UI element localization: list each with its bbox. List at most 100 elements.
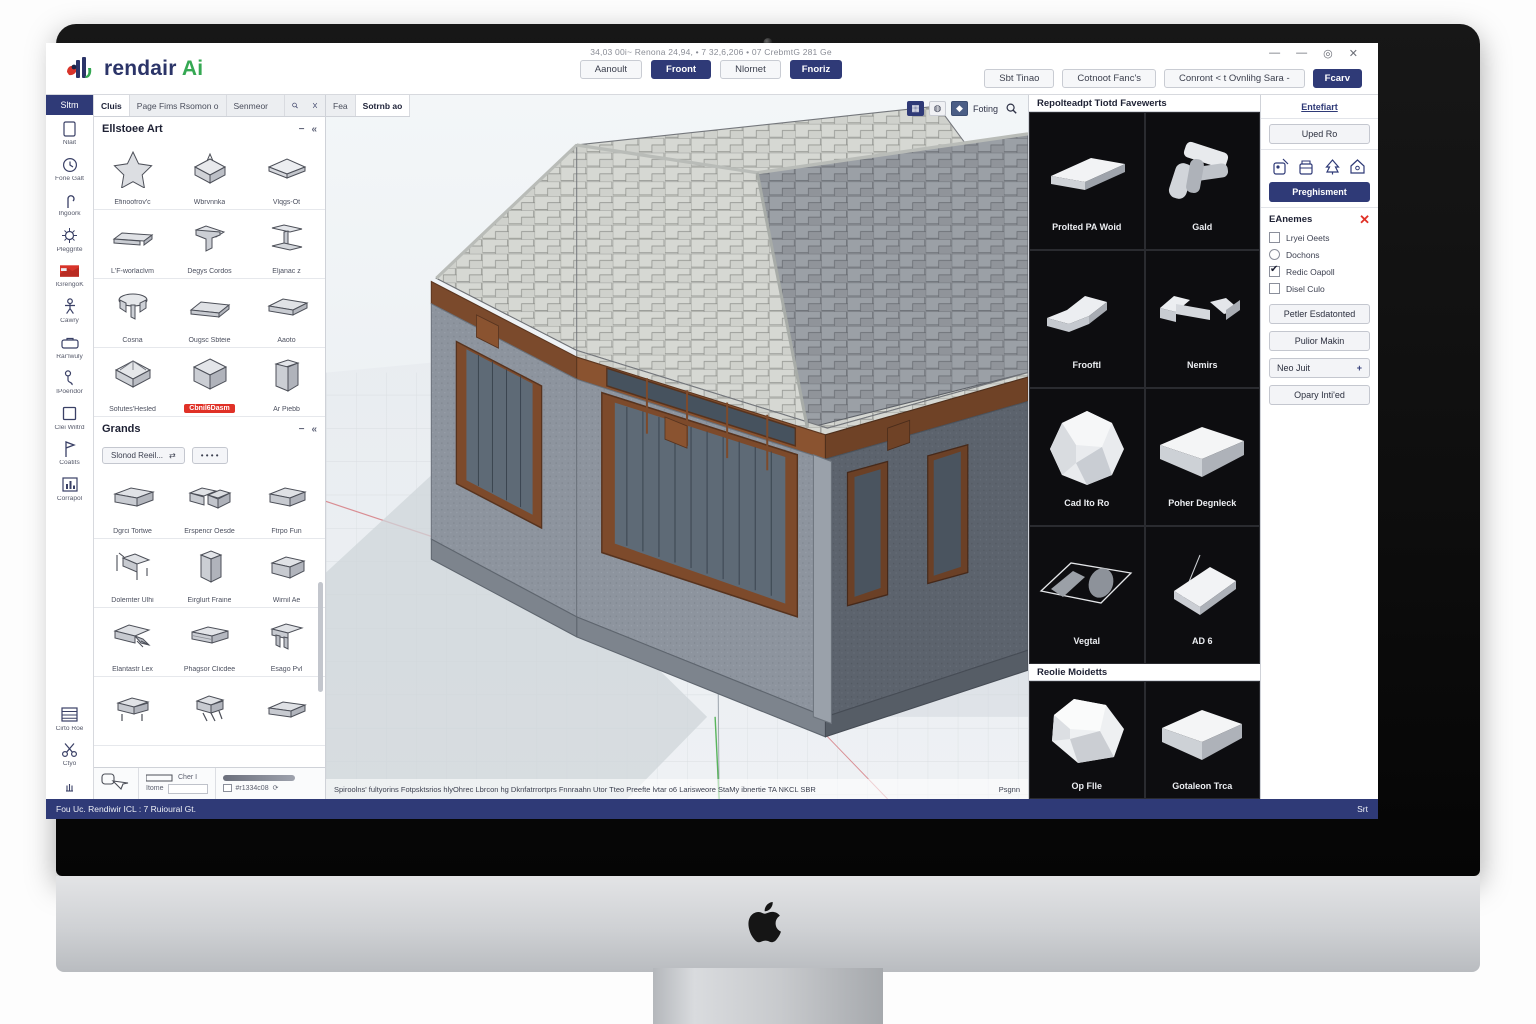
close-icon[interactable]: ✕ bbox=[1349, 47, 1358, 60]
refresh-icon[interactable]: ⟳ bbox=[273, 784, 279, 792]
orbit-icon[interactable]: ◍ bbox=[928, 101, 946, 116]
rail-item-7[interactable]: IPoeridor bbox=[46, 364, 93, 400]
titlebar-right-button-3[interactable]: Fcarv bbox=[1312, 69, 1362, 88]
render-canvas[interactable] bbox=[326, 95, 1028, 799]
asset-cell[interactable]: Wbrvnnka bbox=[171, 141, 248, 210]
asset-cell[interactable]: Esago Pvl bbox=[248, 608, 325, 677]
restore-icon[interactable]: ◎ bbox=[1323, 47, 1333, 60]
action-button-2[interactable]: Neo Juit + bbox=[1269, 358, 1370, 378]
asset-cell[interactable]: Eirglurt Fraine bbox=[171, 539, 248, 608]
titlebar-button-3[interactable]: Fnoriz bbox=[789, 60, 843, 79]
rail-item-4[interactable]: IGrengoK bbox=[46, 257, 93, 293]
rail-item-5[interactable]: Cawry bbox=[46, 293, 93, 329]
model-cell[interactable]: Nemirs bbox=[1144, 250, 1260, 388]
asset-cell[interactable]: Degys Cordos bbox=[171, 210, 248, 279]
asset-cell[interactable]: Dolemter Ulhi bbox=[94, 539, 171, 608]
properties-link[interactable]: Entefiart bbox=[1261, 95, 1378, 118]
asset-cell[interactable]: Dgrci Tortwe bbox=[94, 470, 171, 539]
viewport-tab-0[interactable]: Fea bbox=[326, 95, 356, 116]
asset-cell[interactable]: Ougsc Sbteie bbox=[171, 279, 248, 348]
search-icon[interactable] bbox=[285, 95, 305, 116]
rail-item-8[interactable]: Clei Wiltrd bbox=[46, 400, 93, 436]
checkbox-unchecked[interactable] bbox=[1269, 232, 1280, 243]
asset-tab-0[interactable]: Cluis bbox=[94, 95, 130, 116]
more-options-button[interactable]: • • • • bbox=[191, 447, 228, 464]
pin-left-icon[interactable]: « bbox=[311, 424, 317, 435]
model-cell[interactable]: AD 6 bbox=[1144, 526, 1260, 664]
asset-cell[interactable]: Aaoto bbox=[248, 279, 325, 348]
maximize-icon[interactable]: — bbox=[1296, 47, 1307, 60]
collapse-icon[interactable]: − bbox=[299, 124, 305, 135]
search-icon[interactable] bbox=[1003, 101, 1020, 116]
rail-item-10[interactable]: Corrapol bbox=[46, 471, 93, 507]
rail-footer-item[interactable] bbox=[46, 772, 93, 799]
rail-item-0[interactable]: Nlait bbox=[46, 115, 93, 151]
viewport-tab-1[interactable]: Sotrnb ao bbox=[355, 95, 411, 116]
asset-cell[interactable]: Cbnil6Dasm bbox=[171, 348, 248, 417]
asset-tab-2[interactable]: Senmeor bbox=[227, 95, 285, 116]
primary-action-button[interactable]: Preghisment bbox=[1269, 182, 1370, 202]
option-row-3[interactable]: Disel Culo bbox=[1269, 283, 1370, 294]
rail-item-3[interactable]: Pleggrite bbox=[46, 222, 93, 258]
snap-group[interactable]: Cher I Itome bbox=[139, 768, 216, 799]
progress-checkbox[interactable] bbox=[222, 784, 232, 792]
asset-cell[interactable]: Efinoofrov'c bbox=[94, 141, 171, 210]
tree-icon[interactable] bbox=[1322, 157, 1342, 176]
rail-item-2[interactable]: Ihgoork bbox=[46, 186, 93, 222]
tag-icon[interactable] bbox=[1271, 157, 1291, 176]
dim-input[interactable] bbox=[167, 783, 208, 794]
asset-cell[interactable] bbox=[94, 677, 171, 746]
asset-cell[interactable]: L'F-worlaclvm bbox=[94, 210, 171, 279]
asset-section2-tools[interactable]: − « bbox=[299, 424, 317, 435]
pin-left-icon[interactable]: « bbox=[311, 124, 317, 135]
model-cell[interactable]: Gotaleon Trca bbox=[1144, 681, 1260, 799]
cursor-tool-group[interactable] bbox=[94, 768, 139, 799]
saved-filter-chip[interactable]: Slonod Reeil... ⇄ bbox=[102, 447, 185, 464]
window-controls[interactable]: — — ◎ ✕ bbox=[1269, 47, 1358, 60]
checkbox-checked[interactable] bbox=[1269, 264, 1280, 277]
rail-item-12[interactable]: Ctyo bbox=[46, 736, 93, 772]
model-cell[interactable]: Poher Degnleck bbox=[1144, 388, 1260, 526]
action-button-0[interactable]: Petler Esdatonted bbox=[1269, 304, 1370, 324]
collapse-icon[interactable]: − bbox=[299, 424, 305, 435]
asset-cell[interactable]: Wirnil Ae bbox=[248, 539, 325, 608]
rail-item-6[interactable]: Rar'lwuly bbox=[46, 329, 93, 365]
asset-cell[interactable] bbox=[248, 677, 325, 746]
asset-scroll-area[interactable]: Efinoofrov'c Wbrvnnka Vlqgs-Ot L'F-worla… bbox=[94, 141, 325, 767]
minimize-icon[interactable]: — bbox=[1269, 47, 1280, 60]
asset-scrollbar-thumb[interactable] bbox=[318, 582, 323, 692]
cut-icon[interactable] bbox=[305, 95, 325, 116]
titlebar-right-button-1[interactable]: Cotnoot Fanc's bbox=[1062, 69, 1157, 88]
asset-cell[interactable]: Phagsor Clicdee bbox=[171, 608, 248, 677]
model-cell[interactable]: Op Flle bbox=[1029, 681, 1145, 799]
asset-section1-tools[interactable]: − « bbox=[299, 124, 317, 135]
option-row-0[interactable]: Lryei Oeets bbox=[1269, 232, 1370, 243]
asset-cell[interactable]: Vlqgs-Ot bbox=[248, 141, 325, 210]
home-icon[interactable] bbox=[1348, 157, 1368, 176]
upload-button[interactable]: Uped Ro bbox=[1269, 124, 1370, 144]
titlebar-right-button-2[interactable]: Conront < t Ovnlihg Sara - bbox=[1164, 69, 1305, 88]
model-cell[interactable]: Prolted PA Woid bbox=[1029, 112, 1145, 250]
titlebar-button-1[interactable]: Froont bbox=[651, 60, 712, 79]
asset-cell[interactable]: Sofutes'Hesled bbox=[94, 348, 171, 417]
close-icon[interactable]: ✕ bbox=[1359, 213, 1370, 226]
asset-cell[interactable]: Eljanac z bbox=[248, 210, 325, 279]
3d-viewport[interactable]: Fea Sotrnb ao ▦ ◍ ◆ Foting Spiroolns' fu… bbox=[326, 95, 1028, 799]
rail-item-11[interactable]: Cirto Roe bbox=[46, 701, 93, 737]
rail-item-9[interactable]: Coatits bbox=[46, 435, 93, 471]
radio-unchecked[interactable] bbox=[1269, 249, 1280, 260]
rail-item-1[interactable]: Fone Galt bbox=[46, 151, 93, 187]
model-cell[interactable]: Frooftl bbox=[1029, 250, 1145, 388]
option-row-2[interactable]: Redic Oapoll bbox=[1269, 264, 1370, 277]
checkbox-unchecked[interactable] bbox=[1269, 283, 1280, 294]
asset-cell[interactable]: Elantastr Lex bbox=[94, 608, 171, 677]
render-icon[interactable]: ◆ bbox=[950, 101, 968, 116]
asset-cell[interactable]: Erspencr Oesde bbox=[171, 470, 248, 539]
plus-icon[interactable]: + bbox=[1357, 363, 1362, 373]
asset-cell[interactable]: Ar Piebb bbox=[248, 348, 325, 417]
shuffle-icon[interactable]: ⇄ bbox=[169, 451, 176, 460]
model-cell[interactable]: Cad Ito Ro bbox=[1029, 388, 1145, 526]
model-cell[interactable]: Gald bbox=[1144, 112, 1260, 250]
asset-cell[interactable]: Ftrpo Fun bbox=[248, 470, 325, 539]
stamp-icon[interactable] bbox=[1297, 157, 1317, 176]
